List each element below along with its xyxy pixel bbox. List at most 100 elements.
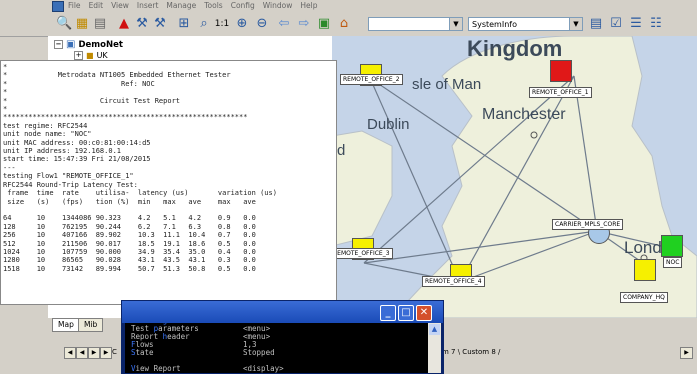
tree-node-child[interactable]: + ■ UK — [74, 51, 108, 60]
node-label-remote-office-4[interactable]: REMOTE_OFFICE_4 — [422, 276, 485, 287]
maximize-icon[interactable]: □ — [398, 305, 414, 321]
report-line: testing Flow1 "REMOTE_OFFICE_1" — [3, 172, 134, 181]
menu-file[interactable]: File — [68, 0, 81, 12]
zoom-reset-label[interactable]: 1:1 — [212, 16, 232, 32]
first-tab-icon[interactable]: ◀ — [64, 347, 76, 359]
terminal-titlebar[interactable]: _ □ ✕ — [122, 301, 443, 323]
network-map[interactable]: Kingdom sle of Man Manchester Dublin d L… — [332, 36, 697, 318]
map-label-d: d — [337, 142, 346, 159]
back-icon[interactable]: ⇦ — [276, 16, 292, 32]
close-icon[interactable]: ✕ — [416, 305, 432, 321]
node-label-carrier-mpls-core[interactable]: CARRIER_MPLS_CORE — [552, 219, 624, 230]
collapse-icon[interactable]: − — [54, 40, 63, 49]
menu-manage[interactable]: Manage — [166, 0, 196, 12]
node-label-noc[interactable]: NOC — [663, 257, 683, 268]
report-line: * — [3, 63, 8, 71]
circuit-test-report: * * Metrodata NT1005 Embedded Ethernet Te… — [0, 60, 337, 305]
menu-insert[interactable]: Insert — [137, 0, 159, 12]
report-line: 256 10 407166 89.902 10.3 11.1 10.4 0.7 … — [3, 231, 256, 240]
map-label-manchester: Manchester — [482, 106, 566, 123]
network-icon: ▣ — [66, 39, 76, 50]
folder-icon: ■ — [86, 51, 94, 60]
list-icon[interactable]: ☰ — [628, 16, 644, 32]
node-label-company-hq[interactable]: COMPANY_HQ — [620, 292, 668, 303]
zoom-in-icon[interactable]: ⊕ — [234, 16, 250, 32]
panel-icon[interactable]: ▤ — [588, 16, 604, 32]
menu-help[interactable]: Help — [300, 0, 317, 12]
report-line: size (s) (fps) tion (%) min max ave max … — [3, 197, 256, 206]
map-label-dublin: Dublin — [367, 116, 410, 133]
report-line: test regime: RFC2544 — [3, 121, 88, 130]
terminal-row-value: Stopped — [243, 348, 275, 357]
last-tab-icon[interactable]: ▶ — [100, 347, 112, 359]
scroll-up-icon[interactable]: ▲ — [429, 324, 440, 335]
report-line: * — [3, 88, 8, 97]
map-label-kingdom: Kingdom — [467, 36, 563, 61]
page-icon[interactable]: ▤ — [92, 16, 108, 32]
menu-tools[interactable]: Tools — [204, 0, 222, 12]
home-icon[interactable]: ⌂ — [336, 16, 352, 32]
node-company-hq[interactable] — [634, 259, 656, 281]
node-label-remote-office-2[interactable]: REMOTE_OFFICE_2 — [340, 74, 403, 85]
report-line: 1280 10 86565 90.028 43.1 43.5 43.1 0.3 … — [3, 256, 256, 265]
terminal-row[interactable]: State Stopped — [131, 349, 275, 357]
tab-mib[interactable]: Mib — [78, 318, 104, 332]
menu-bar: File Edit View Insert Manage Tools Confi… — [0, 0, 697, 12]
zoom-out-icon[interactable]: ⊖ — [254, 16, 270, 32]
report-line: 1024 10 107759 90.000 34.9 35.4 35.0 0.4… — [3, 247, 256, 256]
node-remote-office-1[interactable] — [550, 60, 572, 82]
bottom-tab-left[interactable]: C — [112, 346, 117, 358]
report-line: unit MAC address: 00:c0:81:00:14:d5 — [3, 138, 151, 147]
toolbar: 🔍 ▦ ▤ ▲ ⚒ ⚒ ⊞ ⌕ 1:1 ⊕ ⊖ ⇦ ⇨ ▣ ⌂ ▼ System… — [0, 12, 697, 37]
report-line — [3, 206, 334, 214]
chevron-down-icon[interactable]: ▼ — [449, 18, 462, 30]
report-line: ****************************************… — [3, 113, 248, 122]
minimize-icon[interactable]: _ — [380, 305, 396, 321]
report-line: 1518 10 73142 89.994 50.7 51.3 50.8 0.5 … — [3, 264, 256, 273]
scroll-right-icon[interactable]: ▶ — [680, 347, 693, 359]
menu-view[interactable]: View — [111, 0, 129, 12]
view-select[interactable]: ▼ — [368, 17, 463, 31]
info-select[interactable]: SystemInfo ▼ — [468, 17, 583, 31]
report-line: * Metrodata NT1005 Embedded Ethernet Tes… — [3, 71, 231, 80]
tree-root-label: DemoNet — [78, 39, 123, 50]
tree-child-label: UK — [96, 51, 108, 60]
report-line: unit IP address: 192.168.0.1 — [3, 147, 122, 156]
report-line: * Circuit Test Report — [3, 96, 181, 105]
app-icon — [52, 1, 64, 12]
network-icon[interactable]: ☷ — [648, 16, 664, 32]
table-icon[interactable]: ▦ — [74, 16, 90, 32]
tools-icon[interactable]: ⚒ — [134, 16, 150, 32]
report-line: 64 10 1344086 90.323 4.2 5.1 4.2 0.9 0.0 — [3, 214, 256, 223]
zoom-icon[interactable]: ⌕ — [196, 16, 212, 32]
tools2-icon[interactable]: ⚒ — [152, 16, 168, 32]
tree-node-root[interactable]: − ▣ DemoNet — [54, 39, 123, 50]
map-label-isle: sle of Man — [412, 76, 482, 93]
binoculars-icon[interactable]: 🔍 — [56, 16, 72, 32]
info-select-value: SystemInfo — [472, 20, 517, 29]
report-line: frame time rate utilisa- latency (us) va… — [3, 189, 277, 198]
prev-tab-icon[interactable]: ◀ — [76, 347, 88, 359]
node-noc[interactable] — [661, 235, 683, 257]
chevron-down-icon[interactable]: ▼ — [569, 18, 582, 30]
export-icon[interactable]: ▣ — [316, 16, 332, 32]
terminal-console[interactable]: Test regimeRFC2544Test parameters<menu>R… — [125, 323, 428, 373]
grid-icon[interactable]: ⊞ — [176, 16, 192, 32]
node-label-remote-office-1[interactable]: REMOTE_OFFICE_1 — [529, 87, 592, 98]
alert-icon[interactable]: ▲ — [116, 16, 132, 32]
terminal-window[interactable]: _ □ ✕ Test regimeRFC2544Test parameters<… — [121, 300, 444, 374]
menu-window[interactable]: Window — [263, 0, 293, 12]
menu-config[interactable]: Config — [231, 0, 255, 12]
terminal-row-value: fcn9004_00c0810014d5.rep — [243, 372, 351, 374]
check-panel-icon[interactable]: ☑ — [608, 16, 624, 32]
terminal-scrollbar[interactable]: ▲ — [428, 323, 441, 373]
report-line: * Ref: NOC — [3, 79, 155, 88]
tab-map[interactable]: Map — [52, 318, 80, 332]
expand-icon[interactable]: + — [74, 51, 83, 60]
report-line: RFC2544 Round-Trip Latency Test: — [3, 180, 138, 189]
next-tab-icon[interactable]: ▶ — [88, 347, 100, 359]
bottom-tab-custom[interactable]: m 7 \ Custom 8 / — [442, 346, 500, 358]
menu-edit[interactable]: Edit — [89, 0, 104, 12]
forward-icon[interactable]: ⇨ — [296, 16, 312, 32]
node-label-remote-office-3[interactable]: REMOTE_OFFICE_3 — [332, 248, 393, 259]
